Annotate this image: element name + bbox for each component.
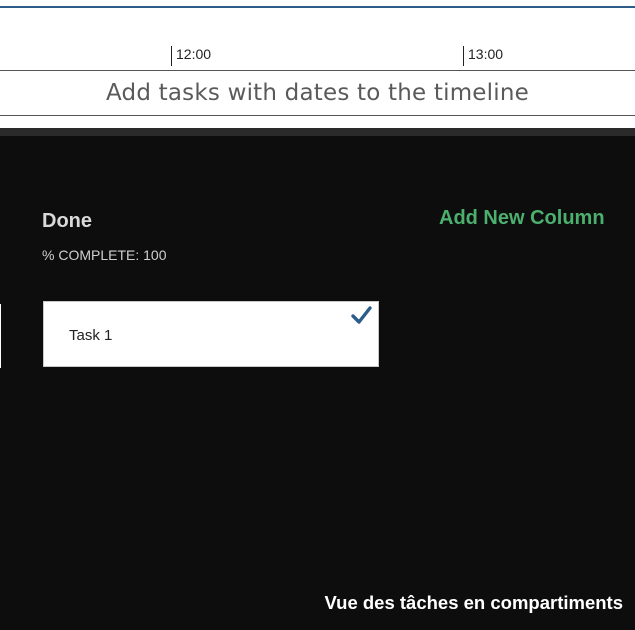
task-name: Task 1 (69, 327, 113, 344)
timeline-tick: 13:00 (463, 46, 503, 66)
timeline-tick: 12:00 (171, 46, 211, 66)
timeline-top-border (0, 6, 635, 8)
view-caption: Vue des tâches en compartiments (324, 592, 623, 613)
checkmark-icon (351, 306, 372, 324)
column-title[interactable]: Done (42, 210, 92, 233)
timeline-empty-hint: Add tasks with dates to the timeline (106, 80, 529, 106)
task-card[interactable]: Task 1 (43, 301, 379, 367)
bucket-board: Done % COMPLETE: 100 Add New Column Task… (0, 136, 635, 630)
previous-column-card-edge[interactable] (0, 304, 1, 368)
panel-divider[interactable] (0, 128, 635, 136)
add-new-column-button[interactable]: Add New Column (439, 207, 605, 230)
timeline-panel: 12:00 13:00 Add tasks with dates to the … (0, 0, 635, 128)
timeline-track[interactable]: Add tasks with dates to the timeline (0, 70, 635, 116)
column-percent-complete: % COMPLETE: 100 (42, 247, 167, 263)
